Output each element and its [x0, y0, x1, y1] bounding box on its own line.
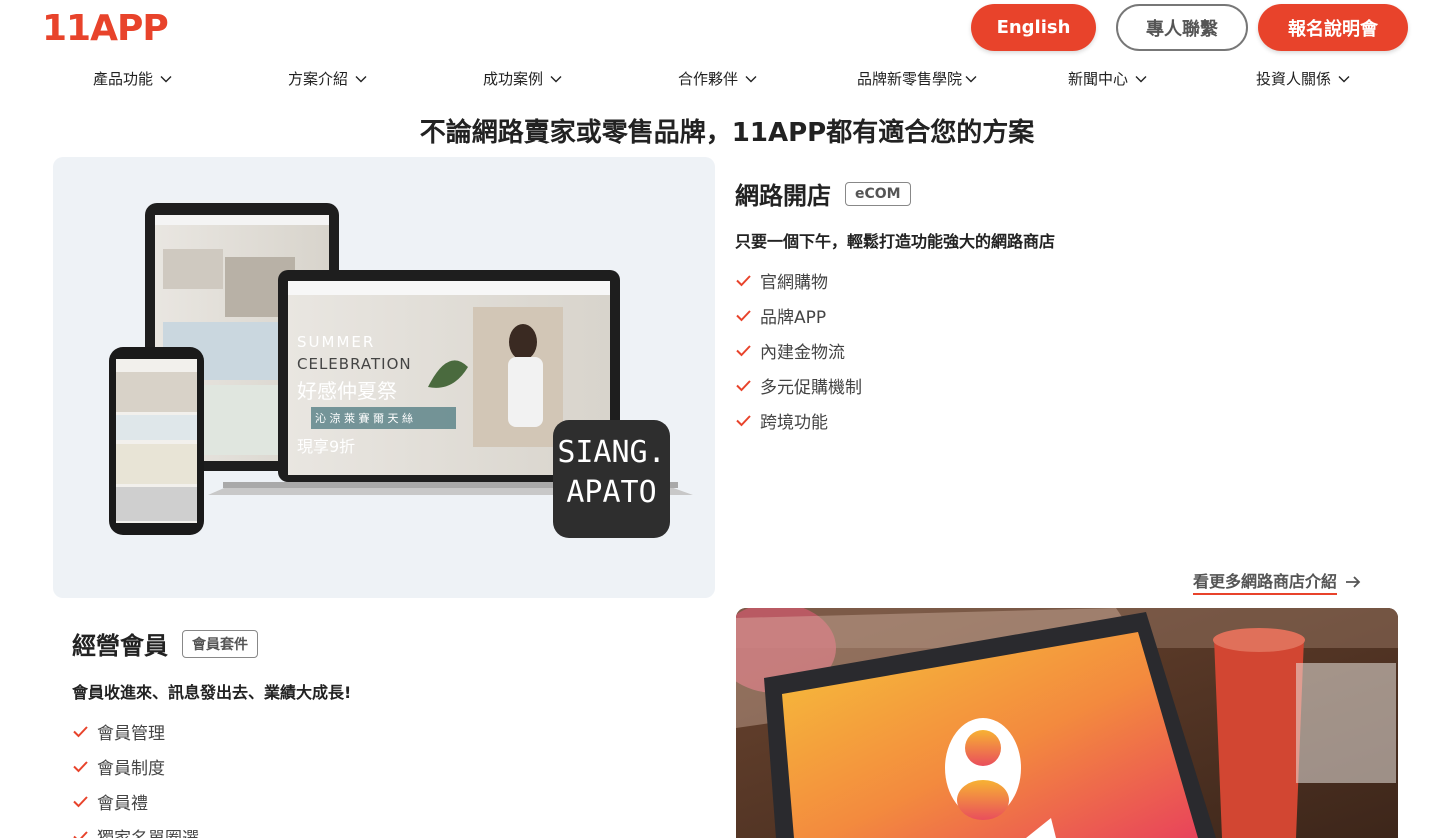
chevron-down-icon — [1135, 75, 1147, 82]
arrow-right-icon — [1346, 575, 1361, 588]
check-icon — [736, 380, 751, 392]
main-nav: 產品功能 方案介紹 成功案例 合作夥伴 品牌新零售學院 新聞中心 投資人關係 — [0, 68, 1454, 92]
check-icon — [736, 275, 751, 287]
list-item: 官網購物 — [735, 263, 862, 298]
chevron-down-icon — [1338, 75, 1350, 82]
nav-item-academy[interactable]: 品牌新零售學院 — [857, 68, 978, 89]
nav-item-label: 合作夥伴 — [678, 70, 739, 88]
logo[interactable]: 11APP — [42, 8, 169, 49]
nav-item-partners[interactable]: 合作夥伴 — [678, 68, 758, 89]
contact-button[interactable]: 專人聯繫 — [1116, 4, 1248, 51]
ecom-feature-list: 官網購物 品牌APP 內建金物流 多元促購機制 跨境功能 — [735, 263, 862, 438]
feature-label: 官網購物 — [760, 273, 828, 293]
member-photo — [736, 608, 1398, 838]
nav-item-investors[interactable]: 投資人關係 — [1256, 68, 1351, 89]
nav-item-label: 新聞中心 — [1068, 70, 1129, 88]
nav-item-label: 產品功能 — [93, 70, 154, 88]
brand-line-1: SIANG. — [557, 435, 666, 470]
ecom-title: 網路開店 — [735, 182, 831, 210]
feature-label: 品牌APP — [760, 308, 827, 328]
list-item: 會員禮 — [72, 784, 199, 819]
member-title: 經營會員 — [72, 632, 168, 660]
check-icon — [73, 831, 88, 838]
ecom-section-title: 網路開店 eCOM — [735, 176, 911, 211]
check-icon — [73, 796, 88, 808]
member-laptop-illustration — [736, 608, 1398, 838]
list-item: 獨家名單圈選 — [72, 819, 199, 838]
nav-item-label: 品牌新零售學院 — [857, 70, 963, 88]
ecom-device-mockup: SUMMER CELEBRATION 好感仲夏祭 沁 涼 萊 賽 爾 天 絲 現… — [53, 157, 715, 598]
feature-label: 獨家名單圈選 — [97, 824, 199, 838]
slide-line-2: CELEBRATION — [297, 355, 412, 373]
nav-item-label: 成功案例 — [483, 70, 544, 88]
english-button[interactable]: English — [971, 4, 1096, 51]
check-icon — [736, 415, 751, 427]
more-link-label: 看更多網路商店介紹 — [1193, 568, 1338, 595]
nav-item-success-cases[interactable]: 成功案例 — [483, 68, 563, 89]
ecom-subtitle: 只要一個下午，輕鬆打造功能強大的網路商店 — [735, 232, 1056, 251]
event-signup-button[interactable]: 報名說明會 — [1258, 4, 1408, 51]
slide-band: 沁 涼 萊 賽 爾 天 絲 — [315, 412, 413, 425]
chevron-down-icon — [355, 75, 367, 82]
feature-label: 內建金物流 — [760, 343, 845, 363]
feature-label: 跨境功能 — [760, 413, 828, 433]
ecom-tag: eCOM — [845, 181, 911, 206]
feature-label: 多元促購機制 — [760, 378, 862, 398]
feature-label: 會員禮 — [97, 794, 148, 814]
nav-item-label: 方案介紹 — [288, 70, 349, 88]
list-item: 多元促購機制 — [735, 368, 862, 403]
check-icon — [73, 761, 88, 773]
list-item: 內建金物流 — [735, 333, 862, 368]
chevron-down-icon — [160, 75, 172, 82]
slide-line-1: SUMMER — [297, 333, 376, 351]
member-section-title: 經營會員 會員套件 — [72, 626, 258, 661]
list-item: 跨境功能 — [735, 403, 862, 438]
check-icon — [736, 310, 751, 322]
member-feature-list: 會員管理 會員制度 會員禮 獨家名單圈選 — [72, 714, 199, 838]
slide-line-3: 好感仲夏祭 — [297, 379, 397, 403]
list-item: 品牌APP — [735, 298, 862, 333]
chevron-down-icon — [550, 75, 562, 82]
nav-item-news[interactable]: 新聞中心 — [1068, 68, 1148, 89]
slide-price: 現享9折 — [297, 437, 356, 456]
nav-item-product-features[interactable]: 產品功能 — [93, 68, 173, 89]
feature-label: 會員管理 — [97, 724, 165, 744]
brand-line-2: APATO — [566, 475, 657, 510]
check-icon — [73, 726, 88, 738]
check-icon — [736, 345, 751, 357]
ecom-more-link[interactable]: 看更多網路商店介紹 — [1193, 568, 1361, 595]
list-item: 會員管理 — [72, 714, 199, 749]
brand-app-icon: SIANG. APATO — [553, 433, 670, 513]
list-item: 會員制度 — [72, 749, 199, 784]
nav-item-plans[interactable]: 方案介紹 — [288, 68, 368, 89]
page-headline: 不論網路賣家或零售品牌，11APP都有適合您的方案 — [419, 118, 1035, 148]
chevron-down-icon — [745, 75, 757, 82]
feature-label: 會員制度 — [97, 759, 165, 779]
nav-item-label: 投資人關係 — [1256, 70, 1332, 88]
chevron-down-icon — [965, 75, 977, 82]
member-tag: 會員套件 — [182, 629, 258, 658]
member-subtitle: 會員收進來、訊息發出去、業績大成長! — [72, 683, 352, 702]
